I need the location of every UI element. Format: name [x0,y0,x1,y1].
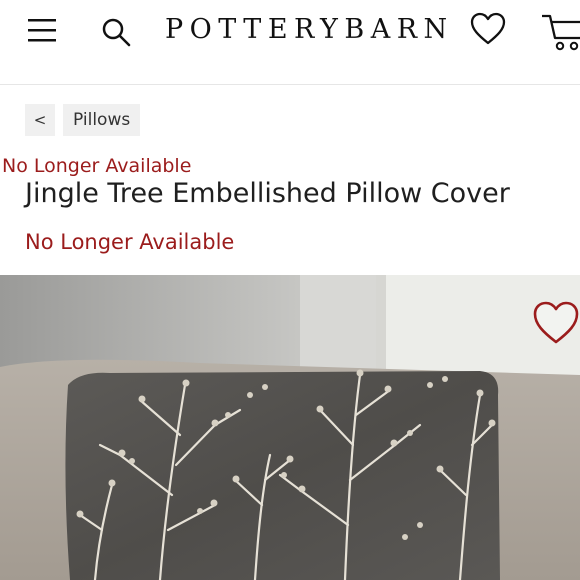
breadcrumb-link-pillows[interactable]: Pillows [63,104,141,136]
product-title: Jingle Tree Embellished Pillow Cover [25,178,510,209]
product-image[interactable] [0,275,580,580]
availability-status: No Longer Available [25,230,235,254]
availability-notice-small: No Longer Available [2,155,192,177]
site-header: POTTERYBARN [0,0,580,85]
brand-logo[interactable]: POTTERYBARN [165,8,454,52]
breadcrumb: < Pillows [25,104,141,136]
wishlist-heart-icon[interactable] [532,300,580,346]
breadcrumb-back-button[interactable]: < [25,104,55,136]
cart-icon[interactable] [540,10,580,52]
heart-icon[interactable] [470,12,506,46]
search-icon[interactable] [100,16,132,48]
menu-icon[interactable] [26,15,58,45]
